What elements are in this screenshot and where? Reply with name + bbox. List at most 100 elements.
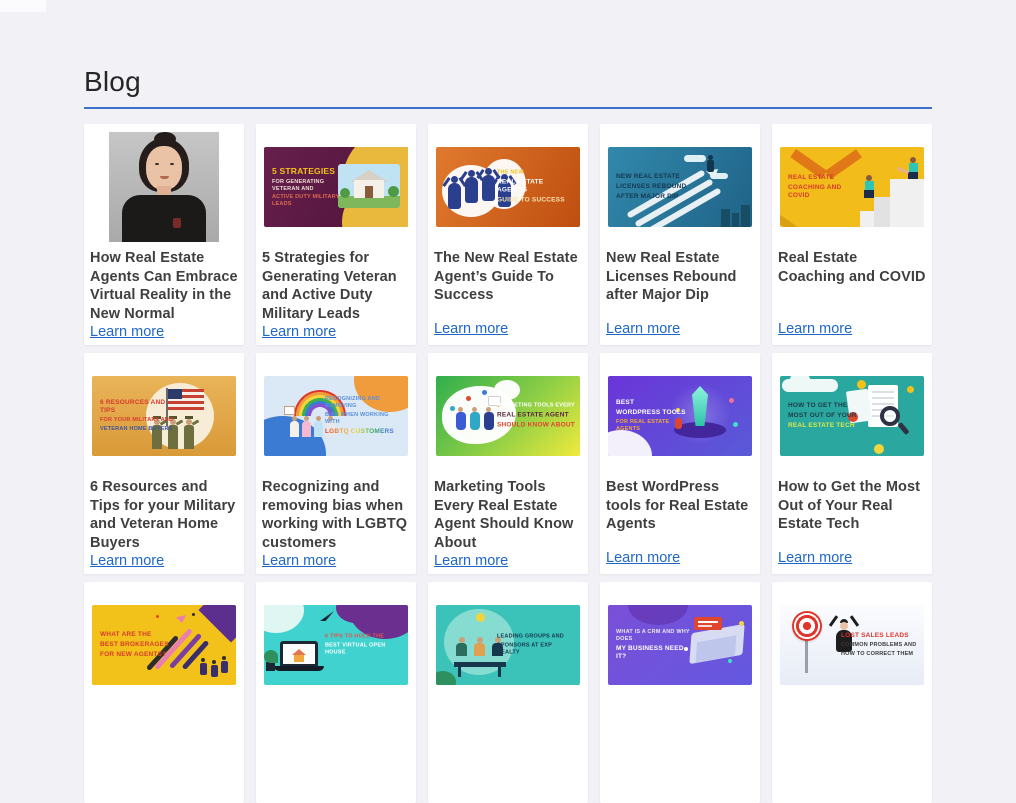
thumb-marketing-tools[interactable]: MARKETING TOOLS EVERYREAL ESTATE AGENTSH… [436,376,580,456]
white-blob [608,430,652,456]
learn-more-link[interactable]: Learn more [90,552,238,571]
table-leg [458,667,461,677]
learn-more-link[interactable]: Learn more [262,323,410,342]
building [721,209,730,227]
blog-card: THE NEWREAL ESTATE AGENT’SGUIDE TO SUCCE… [428,124,588,345]
banner-line: BEST [616,399,692,407]
banner-line: REAL ESTATE AGENT [497,411,575,419]
purple-corner [198,605,236,643]
banner-text: REAL ESTATECOACHING AND COVID [788,174,864,200]
banner-line: FOR YOUR MILITARY AND [100,417,176,424]
banner-text: 6 TIPS TO HOLD THEBEST VIRTUAL OPEN HOUS… [325,634,403,657]
building [732,213,739,227]
arm [829,615,838,627]
person [470,412,480,430]
learn-more-link[interactable]: Learn more [90,323,238,342]
dot [192,613,195,616]
blog-page: { "page": { "heading": "Blog", "backgrou… [0,0,1016,656]
icon-dot [482,390,487,395]
card-thumbnail-box: MARKETING TOOLS EVERYREAL ESTATE AGENTSH… [434,359,582,473]
card-thumbnail-box: THE NEWREAL ESTATE AGENT’SGUIDE TO SUCCE… [434,130,582,244]
shirt [122,195,206,242]
banner-line: WORDPRESS TOOLS [616,409,692,417]
banner-line: AFTER MAJOR DIP [616,193,692,201]
protest-sign [284,406,295,415]
thumb-military-home-buyers[interactable]: 6 RESOURCES AND TIPS FOR YOUR MILITARY AN… [92,376,236,456]
thumb-licenses-rebound[interactable]: NEW REAL ESTATELICENSES REBOUNDAFTER MAJ… [608,147,752,227]
card-title: New Real Estate Licenses Rebound after M… [606,249,754,305]
thumb-lgbtq-bias[interactable]: RECOGNIZING AND REMOVINGBIAS WHEN WORKIN… [264,376,408,456]
card-title: Recognizing and removing bias when worki… [262,478,410,552]
blog-content: Blog How Real Estate Agents Can Embrace … [84,0,932,803]
learn-more-link[interactable]: Learn more [606,320,754,339]
thumb-lost-sales-leads[interactable]: LOST SALES LEADSCOMMON PROBLEMS ANDHOW T… [780,605,924,685]
card-thumbnail-box: HOW TO GET THEMOST OUT OF YOURREAL ESTAT… [778,359,926,473]
person [474,643,485,656]
banner-line: REAL ESTATE AGENT’S [497,178,575,194]
house-body [294,655,304,662]
card-thumbnail-box: LOST SALES LEADSCOMMON PROBLEMS ANDHOW T… [778,588,926,702]
banner-line: COMMON PROBLEMS AND [841,642,919,649]
person [290,421,299,437]
thumb-what-is-crm[interactable]: WHAT IS A CRM AND WHY DOESMY BUSINESS NE… [608,605,752,685]
banner-line: HOW TO GET THE [788,402,864,410]
stair-step [874,197,890,227]
thumb-new-agent-guide[interactable]: THE NEWREAL ESTATE AGENT’SGUIDE TO SUCCE… [436,147,580,227]
learn-more-link[interactable]: Learn more [778,320,926,339]
person [302,421,311,437]
banner-line: 6 RESOURCES AND TIPS [100,399,176,415]
sparkle [733,422,738,427]
banner-line: MOST OUT OF YOUR [788,412,864,420]
banner-text: HOW TO GET THEMOST OUT OF YOURREAL ESTAT… [788,402,864,430]
eye [155,163,159,165]
soldier [184,425,194,449]
card-thumbnail-box: WHAT ARE THEBEST BROKERAGESFOR NEW AGENT… [90,588,238,702]
card-title: How Real Estate Agents Can Embrace Virtu… [90,249,238,323]
learn-more-link[interactable]: Learn more [778,549,926,568]
thumb-real-estate-tech[interactable]: HOW TO GET THEMOST OUT OF YOURREAL ESTAT… [780,376,924,456]
thumb-coaching-covid[interactable]: REAL ESTATECOACHING AND COVID [780,147,924,227]
banner-line: BIAS WHEN WORKING WITH [325,412,403,426]
card-thumbnail-box [90,130,238,244]
banner-line: THE NEW [497,169,575,176]
person [221,661,228,673]
banner-text: 5 STRATEGIESFOR GENERATING VETERAN ANDAC… [272,166,348,208]
person-head [201,658,205,662]
thumb-virtual-open-house[interactable]: 6 TIPS TO HOLD THEBEST VIRTUAL OPEN HOUS… [264,605,408,685]
person-torso [909,163,918,172]
dot [728,659,732,663]
person [456,412,466,430]
lightbulb [874,444,884,454]
learn-more-link[interactable]: Learn more [434,320,582,339]
person [707,160,714,172]
eye [170,163,174,165]
banner-text: NEW REAL ESTATELICENSES REBOUNDAFTER MAJ… [616,173,692,201]
banner-text: BESTWORDPRESS TOOLSFOR REAL ESTATE AGENT… [616,399,692,433]
banner-line: FOR NEW AGENTS? [100,651,176,659]
learn-more-link[interactable]: Learn more [606,549,754,568]
person-head [485,168,492,175]
heading-divider [84,107,932,109]
thumb-leading-groups-exp[interactable]: LEADING GROUPS ANDSPONSORS AT EXP REALTY [436,605,580,685]
card-thumbnail-box: RECOGNIZING AND REMOVINGBIAS WHEN WORKIN… [262,359,410,473]
thumb-wordpress-tools[interactable]: BESTWORDPRESS TOOLSFOR REAL ESTATE AGENT… [608,376,752,456]
building [741,205,750,227]
thumb-best-brokerages[interactable]: WHAT ARE THEBEST BROKERAGESFOR NEW AGENT… [92,605,236,685]
learn-more-link[interactable]: Learn more [434,552,582,571]
magnifier-handle [897,422,909,435]
banner-text: THE NEWREAL ESTATE AGENT’SGUIDE TO SUCCE… [497,169,575,204]
thumb-virtual-reality-portrait[interactable] [109,132,219,242]
laptop-base [274,666,324,671]
banner-text: WHAT ARE THEBEST BROKERAGESFOR NEW AGENT… [100,631,176,659]
banner-line: LOST SALES LEADS [841,632,919,640]
person [482,175,495,201]
blog-card: MARKETING TOOLS EVERYREAL ESTATE AGENTSH… [428,353,588,574]
banner-text: RECOGNIZING AND REMOVINGBIAS WHEN WORKIN… [325,396,403,436]
card-thumbnail-box: 6 RESOURCES AND TIPS FOR YOUR MILITARY AN… [90,359,238,473]
thumb-5-strategies-military-leads[interactable]: 5 STRATEGIESFOR GENERATING VETERAN ANDAC… [264,147,408,227]
banner-line: REAL ESTATE [788,174,864,182]
person [456,643,467,656]
blog-cards-grid: How Real Estate Agents Can Embrace Virtu… [84,124,932,803]
learn-more-link[interactable]: Learn more [262,552,410,571]
table-leg [498,667,501,677]
